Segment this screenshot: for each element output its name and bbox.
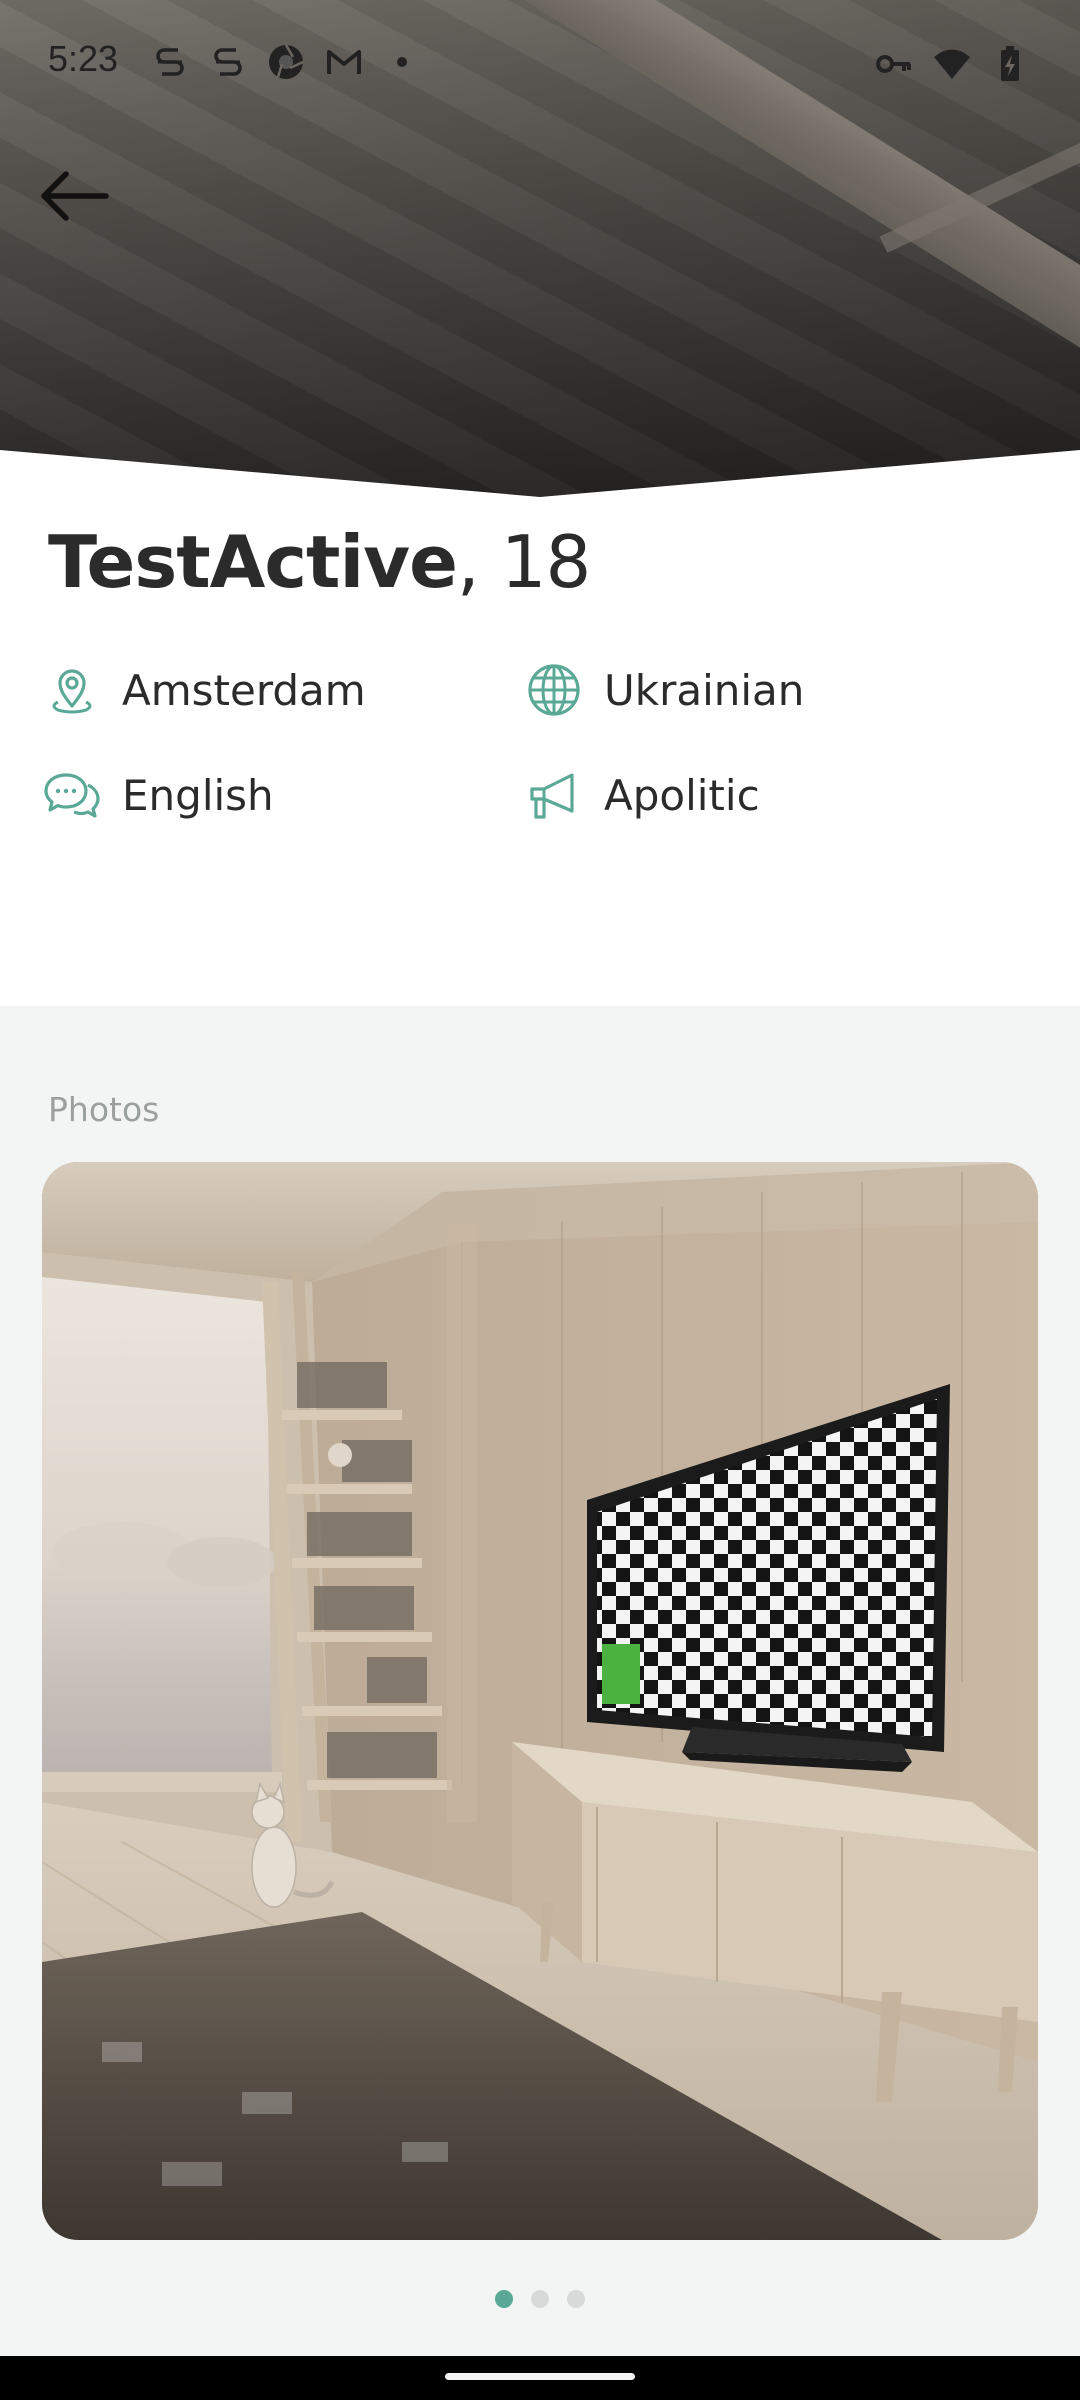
attribute-label: Amsterdam [122,665,366,715]
profile-title: TestActive, 18 [48,520,591,604]
photo-carousel[interactable] [42,1162,1038,2240]
pagination-dot[interactable] [567,2290,585,2308]
megaphone-icon [530,773,574,819]
status-bar: 5:23 [0,0,1080,126]
photos-section-label: Photos [48,1090,160,1129]
dot-icon [397,57,407,67]
vpn-key-icon [876,55,911,73]
attribute-label: English [122,770,274,820]
profile-name: TestActive [48,520,458,604]
system-icons [874,44,1030,84]
back-button[interactable] [32,160,116,232]
wifi-icon [934,49,970,79]
pagination-dot-active[interactable] [495,2290,513,2308]
room-photo [42,1162,1038,2240]
globe-icon [528,664,580,716]
photo-pagination [0,2290,1080,2308]
chat-bubbles-icon [44,773,100,818]
attribute-language: English [44,765,274,825]
s-app-icon [156,48,184,76]
pagination-dot[interactable] [531,2290,549,2308]
status-time: 5:23 [48,38,119,79]
battery-charging-icon [1001,46,1019,81]
arrow-left-icon [41,171,109,221]
attribute-label: Apolitic [604,770,760,820]
gmail-icon [327,50,361,74]
attribute-label: Ukrainian [604,665,805,715]
attribute-nationality: Ukrainian [526,660,804,720]
system-navigation-bar [0,2356,1080,2400]
home-gesture-handle[interactable] [445,2373,635,2380]
s-app-icon [214,48,242,76]
camera-app-icon [269,44,304,79]
location-pin-icon [52,669,92,714]
profile-age: , 18 [456,520,591,604]
attribute-politics: Apolitic [526,765,760,825]
attribute-location: Amsterdam [44,660,366,720]
notification-icons [150,42,422,82]
